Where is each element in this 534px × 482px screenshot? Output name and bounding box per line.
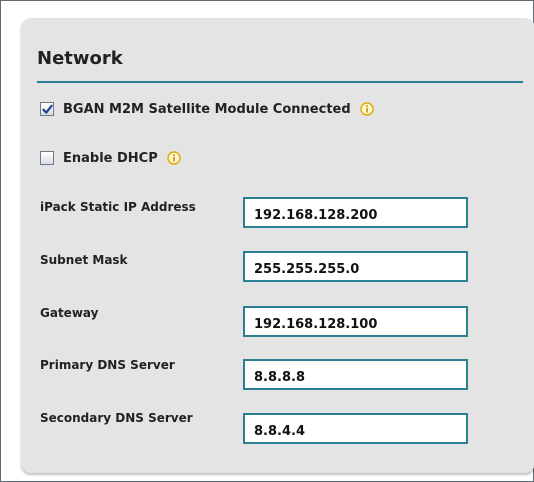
checkmark-icon bbox=[41, 104, 53, 114]
subnet-mask-input[interactable] bbox=[243, 251, 468, 282]
window-frame: Network BGAN M2M Satellite Module Connec… bbox=[0, 0, 534, 482]
enable-dhcp-label: Enable DHCP bbox=[63, 150, 158, 166]
secondary-dns-input[interactable] bbox=[243, 413, 468, 444]
secondary-dns-label: Secondary DNS Server bbox=[40, 411, 193, 425]
enable-dhcp-option[interactable]: Enable DHCP bbox=[40, 149, 181, 167]
static-ip-input[interactable] bbox=[243, 197, 468, 228]
gateway-label: Gateway bbox=[40, 306, 99, 320]
title-divider bbox=[37, 81, 523, 83]
primary-dns-label: Primary DNS Server bbox=[40, 358, 175, 372]
primary-dns-input[interactable] bbox=[243, 359, 468, 390]
enable-dhcp-checkbox[interactable] bbox=[40, 151, 54, 165]
static-ip-label: iPack Static IP Address bbox=[40, 200, 196, 214]
subnet-mask-label: Subnet Mask bbox=[40, 253, 128, 267]
panel-title: Network bbox=[37, 48, 123, 69]
gateway-input[interactable] bbox=[243, 306, 468, 337]
satellite-module-label: BGAN M2M Satellite Module Connected bbox=[63, 101, 351, 117]
satellite-module-checkbox[interactable] bbox=[40, 102, 54, 116]
info-icon[interactable] bbox=[359, 102, 374, 116]
satellite-module-option[interactable]: BGAN M2M Satellite Module Connected bbox=[40, 100, 374, 118]
network-panel: Network BGAN M2M Satellite Module Connec… bbox=[21, 18, 534, 473]
info-icon[interactable] bbox=[167, 151, 181, 165]
